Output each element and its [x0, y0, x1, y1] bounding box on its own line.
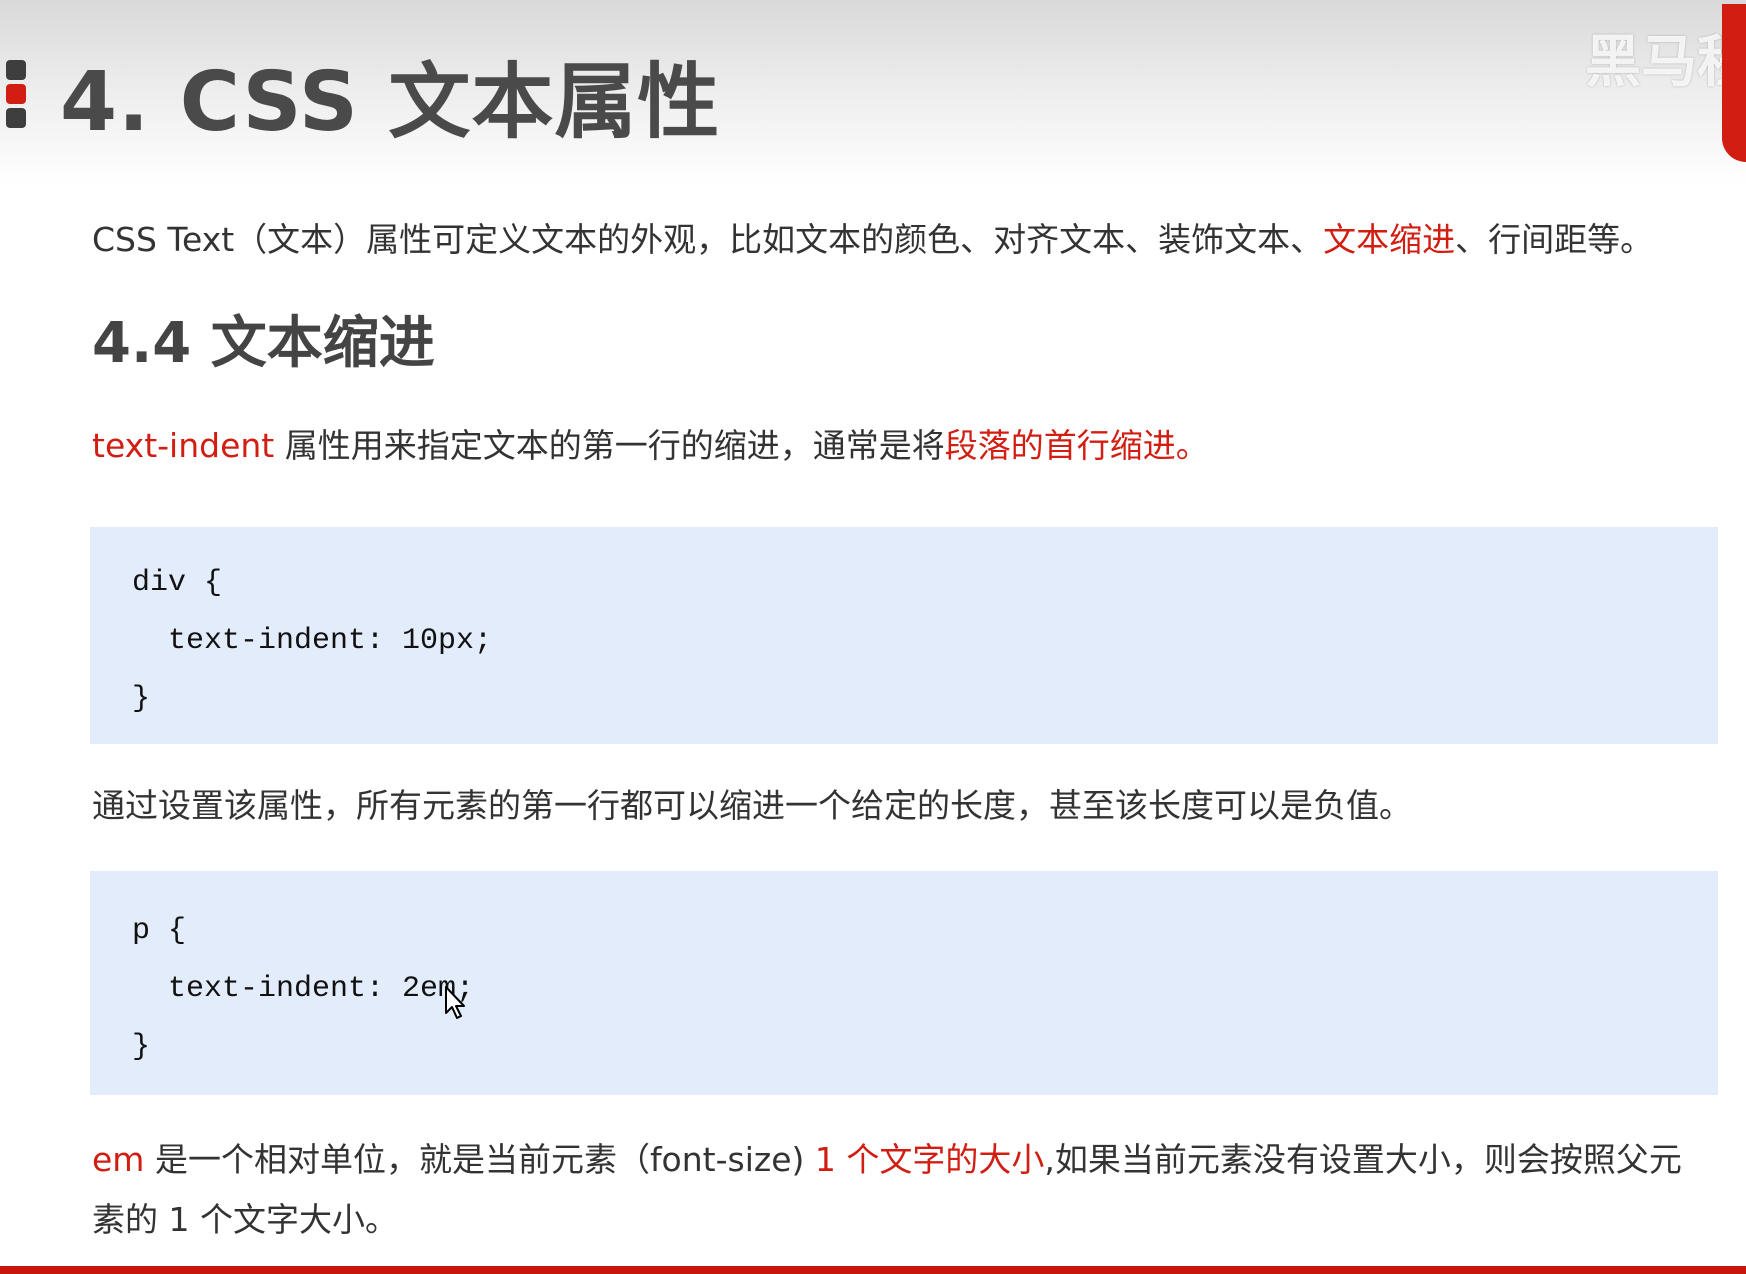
page-title: 4. CSS 文本属性 — [60, 55, 721, 150]
note-paragraph: 通过设置该属性，所有元素的第一行都可以缩进一个给定的长度，甚至该长度可以是负值。 — [92, 786, 1412, 825]
brand-logo: 黑马程序 — [1585, 30, 1725, 95]
intro-text-end: 、行间距等。 — [1455, 220, 1654, 259]
property-name: text-indent — [92, 426, 275, 465]
bottom-accent-bar — [0, 1266, 1746, 1274]
em-note-line-1: em 是一个相对单位，就是当前元素（font-size) 1 个文字的大小,如果… — [92, 1138, 1682, 1182]
code-line-2: text-indent: 10px; — [132, 624, 493, 658]
description-text: 属性用来指定文本的第一行的缩进，通常是将 — [274, 426, 945, 465]
em-note-line-2: 素的 1 个文字大小。 — [92, 1200, 398, 1239]
intro-highlight: 文本缩进 — [1323, 220, 1456, 259]
code-line-1: p { — [132, 914, 187, 948]
mouse-cursor-icon — [445, 986, 465, 1019]
code-block-p: p { text-indent: 2em; } — [90, 871, 1718, 1095]
code-line-3: } — [132, 682, 151, 716]
em-note-text: 是一个相对单位，就是当前元素（font-size) — [144, 1140, 815, 1179]
code-line-1: div { — [132, 566, 223, 600]
code-line-3: } — [132, 1030, 151, 1064]
code-block-div: div { text-indent: 10px; } — [90, 527, 1718, 744]
intro-paragraph: CSS Text（文本）属性可定义文本的外观，比如文本的颜色、对齐文本、装饰文本… — [92, 218, 1653, 262]
section-heading: 4.4 文本缩进 — [92, 311, 435, 376]
em-note-text-2: ,如果当前元素没有设置大小，则会按照父元 — [1044, 1140, 1682, 1179]
title-bullet-middle — [6, 84, 26, 104]
brand-red-tab — [1722, 4, 1746, 162]
code-line-2: text-indent: 2em; — [132, 972, 475, 1006]
em-term: em — [92, 1140, 145, 1179]
intro-text: CSS Text（文本）属性可定义文本的外观，比如文本的颜色、对齐文本、装饰文本… — [92, 220, 1324, 259]
description-paragraph: text-indent 属性用来指定文本的第一行的缩进，通常是将段落的首行缩进。 — [92, 424, 1209, 468]
description-highlight: 段落的首行缩进。 — [944, 426, 1209, 465]
em-note-highlight: 1 个文字的大小 — [814, 1140, 1045, 1179]
title-bullet-top — [6, 60, 26, 80]
title-bullet-bottom — [6, 108, 26, 128]
